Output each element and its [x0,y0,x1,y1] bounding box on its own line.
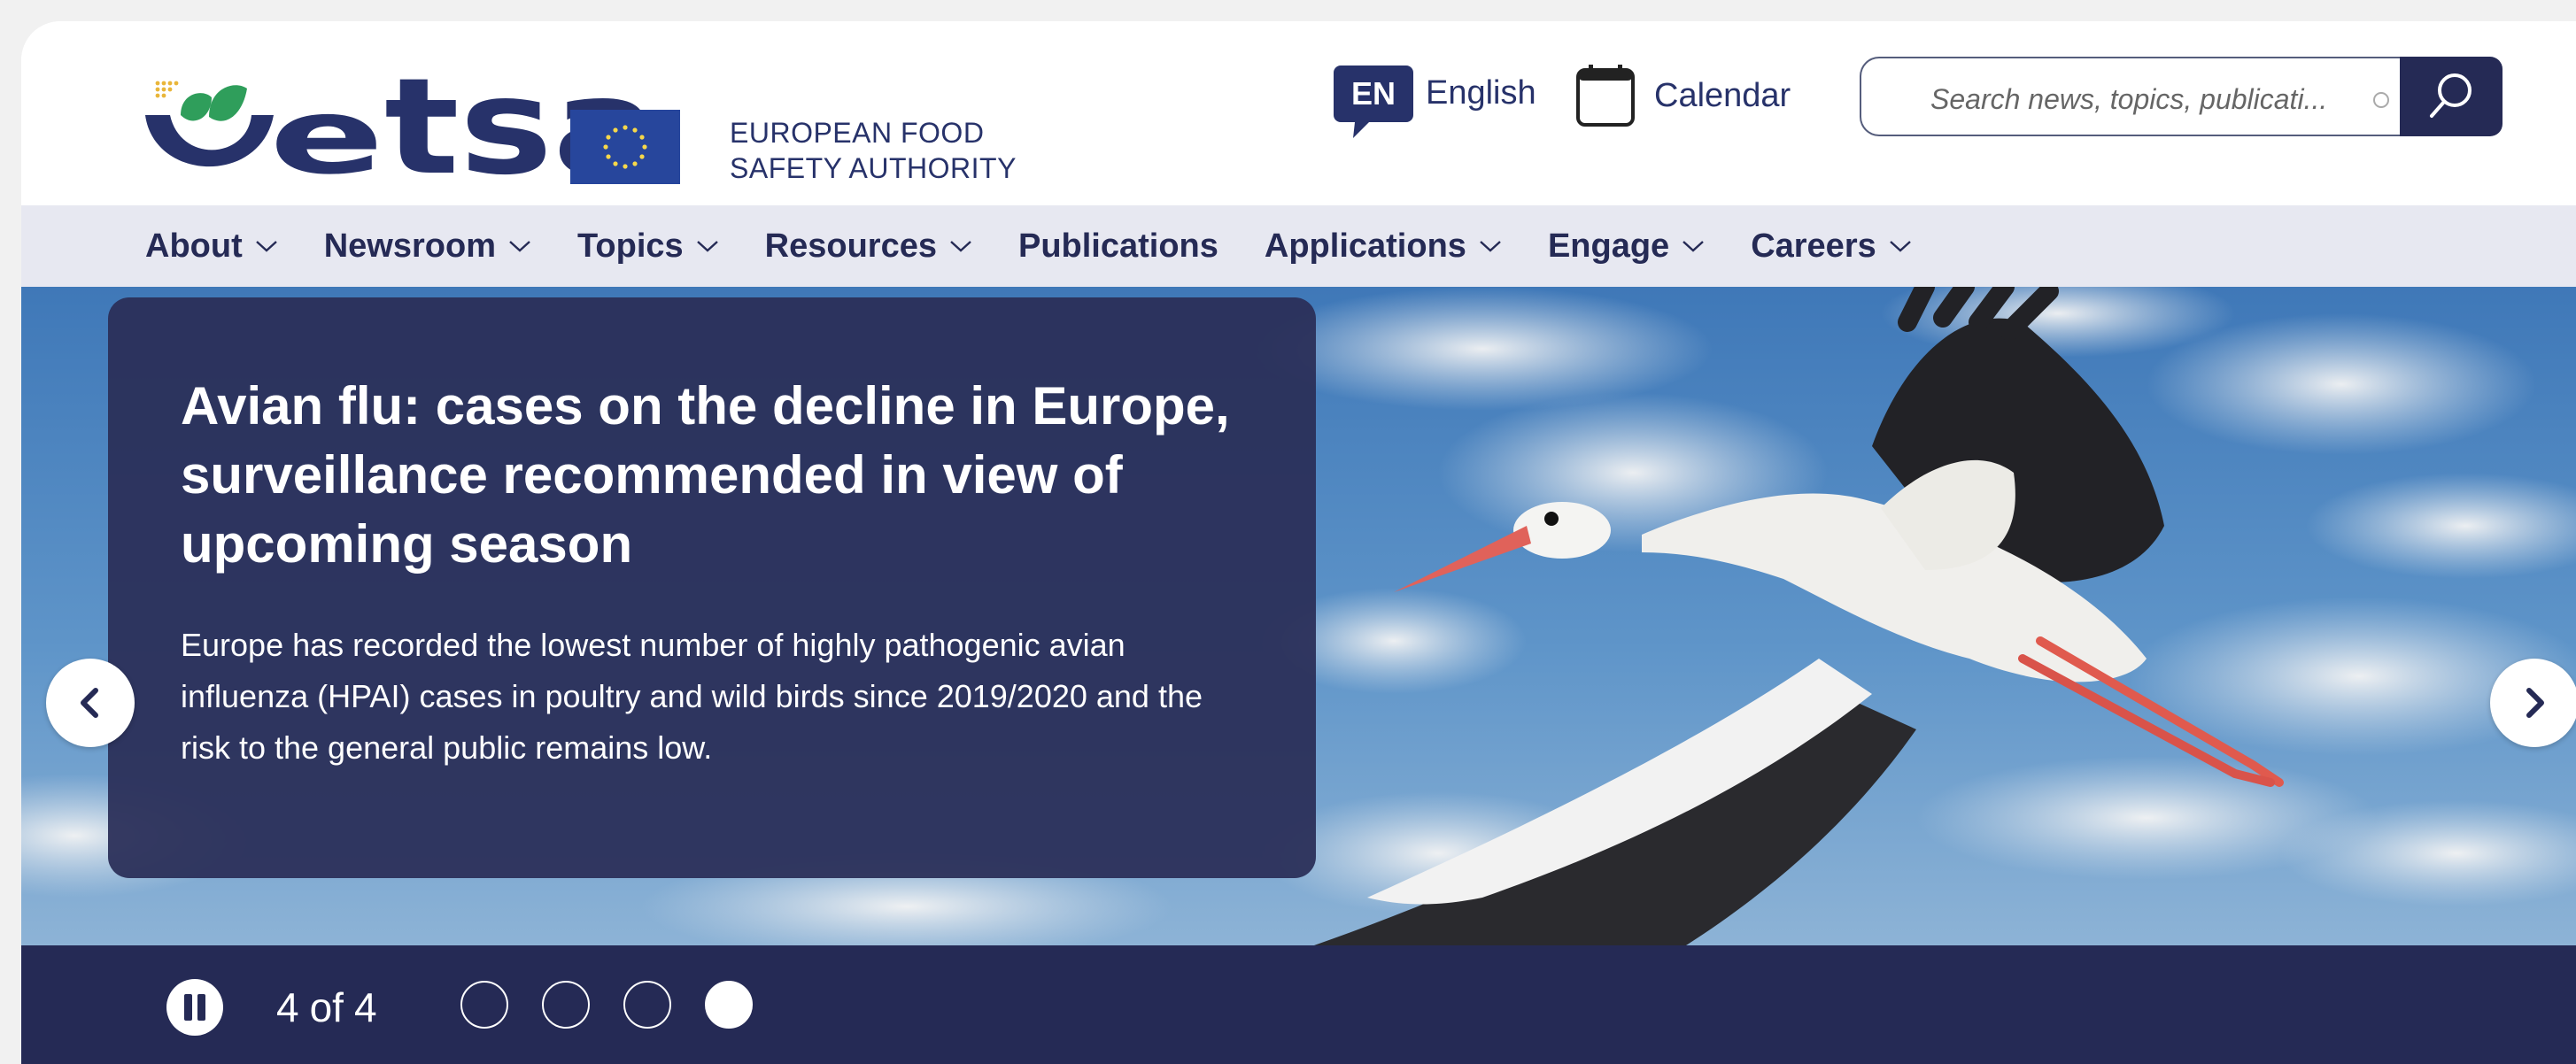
chevron-down-icon [1480,241,1501,252]
slide-dot-3[interactable] [623,981,671,1029]
language-badge: EN [1334,66,1413,138]
nav-item-label: Publications [1017,227,1218,265]
nav-item-label: Resources [764,227,937,265]
chevron-down-icon [509,241,530,252]
slide-dots [460,981,753,1029]
search-input[interactable] [1929,76,2348,122]
nav-item-label: Applications [1264,227,1466,265]
nav-item-applications[interactable]: Applications [1265,227,1502,266]
slide-dot-2[interactable] [542,981,590,1029]
nav-item-newsroom[interactable]: Newsroom [324,227,531,266]
search-bar [1860,57,2522,140]
language-selector[interactable]: EN English [1334,66,1536,142]
pause-icon [184,994,192,1021]
search-clear-icon[interactable] [2373,92,2389,108]
nav-item-publications[interactable]: Publications [1018,227,1218,266]
carousel-next-button[interactable] [2490,659,2576,747]
slide-dot-1[interactable] [460,981,508,1029]
search-box [1860,57,2400,136]
slide-current: 4 [276,984,299,1030]
carousel-prev-button[interactable] [46,659,135,747]
eu-flag-icon [570,110,680,184]
efsa-logo[interactable]: e tsa EUROPEAN FOOD SAFETY AUTHORITY [128,53,1016,197]
carousel-controls: 4 of 4 [21,945,2576,1064]
pause-icon-bar [197,994,205,1021]
nav-item-label: Topics [577,227,684,265]
nav-items: About Newsroom Topics Resources Publicat… [145,205,1912,287]
nav-item-resources[interactable]: Resources [765,227,972,266]
logo-line-1: EUROPEAN FOOD [730,117,985,149]
chevron-down-icon [1889,241,1911,252]
hero-carousel: Avian flu: cases on the decline in Europ… [21,287,2576,945]
calendar-icon [1576,65,1635,127]
search-button[interactable] [2400,57,2503,136]
slide-counter: 4 of 4 [276,979,388,1036]
chevron-down-icon [696,241,718,252]
logo-line-2: SAFETY AUTHORITY [730,152,1017,184]
site-header: e tsa EUROPEAN FOOD SAFETY AUTHORITY EN … [21,21,2576,205]
calendar-link[interactable]: Calendar [1576,60,1791,131]
nav-item-engage[interactable]: Engage [1548,227,1705,266]
chevron-right-icon [2526,688,2544,718]
slide-total: 4 [353,984,377,1030]
language-label: English [1426,74,1536,112]
slide-dot-4[interactable] [705,981,753,1029]
nav-item-about[interactable]: About [145,227,278,266]
language-code: EN [1350,75,1396,112]
page: e tsa EUROPEAN FOOD SAFETY AUTHORITY EN … [21,21,2576,1064]
chevron-left-icon [81,688,98,718]
hero-title[interactable]: Avian flu: cases on the decline in Europ… [181,372,1243,579]
pause-button[interactable] [166,979,223,1036]
hero-card: Avian flu: cases on the decline in Europ… [108,297,1316,878]
search-icon [2430,73,2472,118]
nav-item-careers[interactable]: Careers [1751,227,1912,266]
chevron-down-icon [255,241,277,252]
nav-item-label: Careers [1751,227,1876,265]
hero-description: Europe has recorded the lowest number of… [181,627,1203,766]
logo-agency-name: EUROPEAN FOOD SAFETY AUTHORITY [730,115,1048,186]
nav-item-topics[interactable]: Topics [577,227,719,266]
main-navigation: About Newsroom Topics Resources Publicat… [21,205,2576,287]
nav-item-label: About [145,227,243,265]
chevron-down-icon [950,241,971,252]
nav-item-label: Newsroom [323,227,497,265]
nav-item-label: Engage [1547,227,1670,265]
calendar-label: Calendar [1654,76,1791,114]
chevron-down-icon [1683,241,1704,252]
slide-of-label: of [309,984,344,1030]
